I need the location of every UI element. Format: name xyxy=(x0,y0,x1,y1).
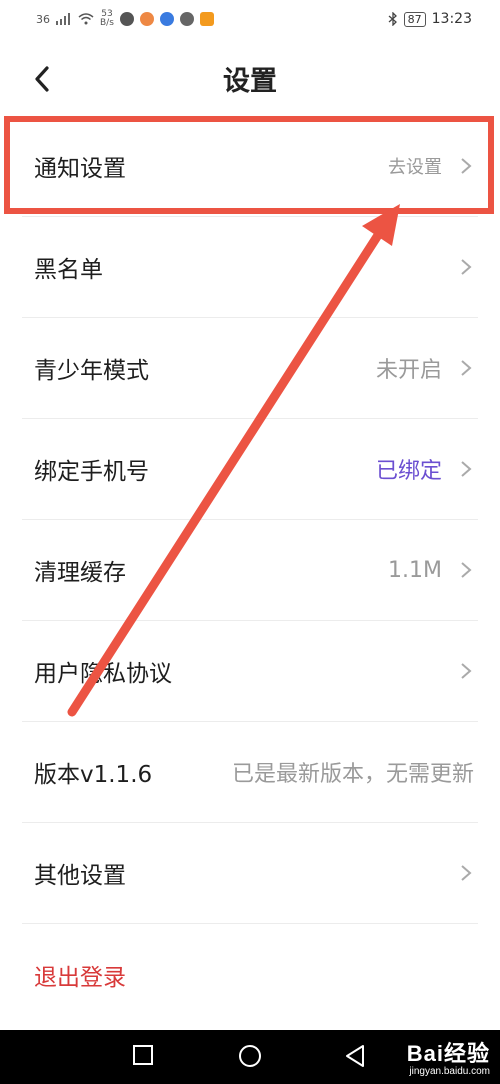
system-nav-bar: Bai经验 jingyan.baidu.com xyxy=(0,1030,500,1084)
battery-indicator: 87 xyxy=(403,11,426,27)
bluetooth-icon xyxy=(388,12,397,26)
clear-cache-row[interactable]: 清理缓存 1.1M xyxy=(22,520,478,621)
row-label: 青少年模式 xyxy=(34,358,149,384)
chevron-right-icon xyxy=(461,158,472,174)
recent-apps-icon[interactable] xyxy=(132,1044,154,1066)
row-label: 清理缓存 xyxy=(34,560,126,586)
logout-button[interactable]: 退出登录 xyxy=(34,958,126,992)
chevron-right-icon xyxy=(461,360,472,376)
status-left: 36 53 B/s xyxy=(36,10,214,28)
row-value: 已绑定 xyxy=(375,459,442,484)
page-header: 设置 xyxy=(0,40,500,116)
row-label: 绑定手机号 xyxy=(34,459,149,485)
app-notification-icon xyxy=(139,12,154,26)
app-notification-icon xyxy=(119,12,134,26)
row-value: 未开启 xyxy=(375,358,442,383)
clock: 13:23 xyxy=(431,11,472,27)
row-value: 1.1M xyxy=(388,557,442,583)
back-arrow-icon[interactable] xyxy=(30,64,54,94)
signal-indicator: 36 xyxy=(36,12,50,26)
row-label: 版本v1.1.6 xyxy=(34,762,153,788)
logout-row[interactable]: 退出登录 xyxy=(22,924,478,1025)
settings-list: 通知设置 去设置 黑名单 青少年模式 未开启 绑定手机号 已绑定 清理缓存 1.… xyxy=(0,116,500,1025)
notification-settings-row[interactable]: 通知设置 去设置 xyxy=(22,116,478,217)
row-label: 其他设置 xyxy=(34,863,126,889)
watermark: Bai经验 jingyan.baidu.com xyxy=(406,1041,490,1077)
bind-phone-row[interactable]: 绑定手机号 已绑定 xyxy=(22,419,478,520)
network-speed: 53 B/s xyxy=(100,9,114,28)
back-nav-icon[interactable] xyxy=(344,1044,366,1068)
blacklist-row[interactable]: 黑名单 xyxy=(22,217,478,318)
wifi-icon xyxy=(78,13,94,25)
app-notification-icon xyxy=(199,12,214,26)
row-label: 用户隐私协议 xyxy=(34,661,172,687)
status-right: 87 13:23 xyxy=(388,11,472,27)
version-row: 版本v1.1.6 已是最新版本，无需更新 xyxy=(22,722,478,823)
status-bar: 36 53 B/s 87 13:23 xyxy=(0,0,500,38)
home-icon[interactable] xyxy=(238,1044,262,1068)
row-label: 黑名单 xyxy=(34,257,103,283)
row-value: 已是最新版本，无需更新 xyxy=(231,762,474,787)
privacy-policy-row[interactable]: 用户隐私协议 xyxy=(22,621,478,722)
page-title: 设置 xyxy=(223,65,277,97)
chevron-right-icon xyxy=(461,663,472,679)
chevron-right-icon xyxy=(461,865,472,881)
chevron-right-icon xyxy=(461,562,472,578)
app-notification-icon xyxy=(159,12,174,26)
app-notification-icon xyxy=(179,12,194,26)
chevron-right-icon xyxy=(461,461,472,477)
cell-signal-icon xyxy=(56,13,70,25)
other-settings-row[interactable]: 其他设置 xyxy=(22,823,478,924)
teen-mode-row[interactable]: 青少年模式 未开启 xyxy=(22,318,478,419)
row-label: 通知设置 xyxy=(34,156,126,182)
chevron-right-icon xyxy=(461,259,472,275)
row-value: 去设置 xyxy=(388,157,442,178)
